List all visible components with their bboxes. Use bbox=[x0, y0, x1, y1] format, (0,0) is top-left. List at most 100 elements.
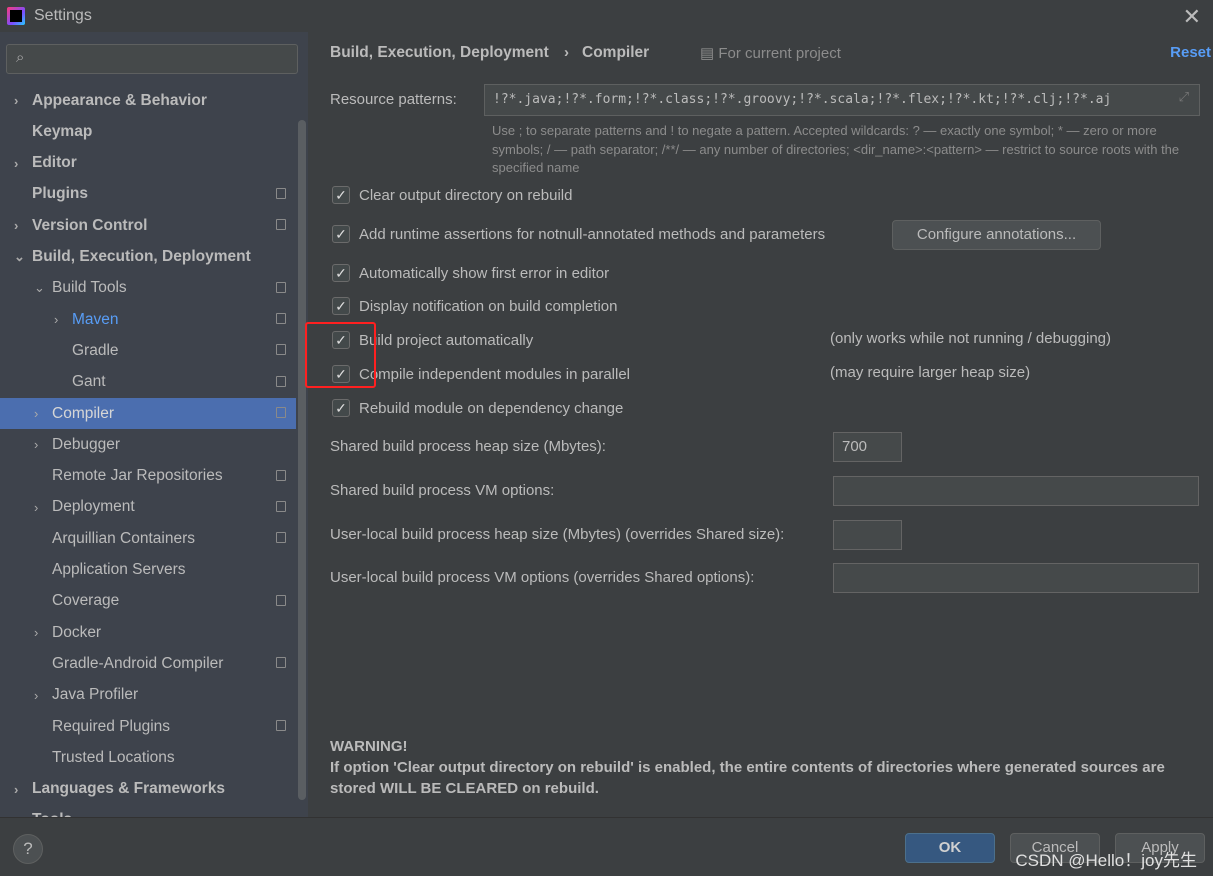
sidebar-item-label: Debugger bbox=[52, 435, 121, 453]
reset-link[interactable]: Reset bbox=[1170, 44, 1211, 61]
checkbox-icon[interactable]: ✓ bbox=[332, 297, 350, 315]
configure-annotations-button[interactable]: Configure annotations... bbox=[892, 220, 1101, 250]
sidebar-item-label: Build, Execution, Deployment bbox=[32, 248, 251, 265]
sidebar-item[interactable]: Gradle bbox=[0, 335, 296, 366]
option-checkbox[interactable]: ✓ Rebuild module on dependency change bbox=[332, 399, 623, 417]
chevron-icon[interactable]: › bbox=[14, 156, 18, 171]
search-icon: ⌕ bbox=[16, 49, 25, 66]
chevron-icon[interactable]: › bbox=[34, 688, 38, 703]
sidebar-item-label: Version Control bbox=[32, 216, 148, 234]
project-icon: ▤ bbox=[700, 45, 719, 62]
option-checkbox[interactable]: ✓ Add runtime assertions for notnull-anno… bbox=[332, 225, 825, 243]
project-scope-icon bbox=[276, 720, 286, 731]
sidebar-item-label: Docker bbox=[52, 623, 102, 641]
help-button[interactable]: ? bbox=[13, 834, 43, 864]
breadcrumb-separator: › bbox=[564, 44, 569, 61]
resource-patterns-input[interactable]: !?*.java;!?*.form;!?*.class;!?*.groovy;!… bbox=[484, 84, 1200, 116]
sidebar-item[interactable]: Keymap bbox=[0, 116, 296, 147]
close-icon[interactable]: ✕ bbox=[1183, 4, 1201, 30]
option-label: Rebuild module on dependency change bbox=[359, 399, 624, 417]
project-scope-icon bbox=[276, 407, 286, 418]
chevron-icon[interactable]: ⌄ bbox=[14, 249, 25, 265]
chevron-icon[interactable]: › bbox=[14, 218, 18, 233]
chevron-icon[interactable]: › bbox=[34, 406, 38, 421]
project-scope-icon bbox=[276, 219, 286, 231]
project-scope-icon bbox=[276, 657, 286, 669]
search-input[interactable]: ⌕ bbox=[6, 44, 298, 74]
sidebar-item-label: Editor bbox=[32, 154, 77, 172]
sidebar-item[interactable]: Gant bbox=[0, 367, 296, 398]
watermark: CSDN @Hello！joy先生 bbox=[1015, 851, 1197, 870]
sidebar-item[interactable]: ›Tools bbox=[0, 805, 296, 817]
sidebar-item-label: Keymap bbox=[32, 122, 93, 140]
option-label: Compile independent modules in parallel bbox=[359, 365, 631, 383]
project-scope-icon bbox=[276, 313, 286, 325]
sidebar-item-label: Gradle bbox=[72, 341, 119, 359]
option-note: (may require larger heap size) bbox=[830, 364, 1031, 381]
project-scope-icon bbox=[276, 281, 286, 293]
sidebar-item[interactable]: › Maven bbox=[0, 304, 296, 335]
sidebar-item[interactable]: › Docker bbox=[0, 617, 296, 648]
sidebar-item[interactable]: › Appearance & Behavior bbox=[0, 85, 296, 116]
sidebar-item[interactable]: › Java Profiler bbox=[0, 680, 296, 711]
ok-button[interactable]: OK bbox=[905, 833, 995, 863]
sidebar-item-label: Compiler bbox=[52, 404, 115, 422]
project-scope-icon bbox=[276, 500, 286, 512]
sidebar-item-label: Application Servers bbox=[52, 561, 186, 578]
sidebar-item-label: Maven bbox=[72, 310, 119, 328]
sidebar-item[interactable]: Required Plugins bbox=[0, 711, 296, 742]
sidebar-item[interactable]: Coverage bbox=[0, 586, 296, 617]
field-input[interactable] bbox=[833, 563, 1199, 593]
checkbox-icon[interactable]: ✓ bbox=[332, 264, 350, 282]
sidebar-item[interactable]: › Version Control bbox=[0, 210, 296, 241]
chevron-icon[interactable]: › bbox=[34, 437, 38, 452]
breadcrumb-current: Compiler bbox=[582, 44, 650, 61]
sidebar-item-label: Languages & Frameworks bbox=[32, 780, 225, 798]
chevron-icon[interactable]: › bbox=[14, 93, 18, 108]
sidebar-item[interactable]: › Compiler bbox=[0, 398, 296, 429]
option-checkbox[interactable]: ✓ Compile independent modules in parallel bbox=[332, 365, 630, 383]
chevron-icon[interactable]: › bbox=[34, 625, 38, 640]
field-input[interactable]: 700 bbox=[833, 432, 902, 462]
sidebar-item[interactable]: › Debugger bbox=[0, 429, 296, 460]
chevron-icon[interactable]: › bbox=[34, 500, 38, 515]
sidebar-item-label: Plugins bbox=[32, 185, 88, 203]
sidebar-item[interactable]: Remote Jar Repositories bbox=[0, 461, 296, 492]
field-input[interactable] bbox=[833, 476, 1199, 506]
sidebar-scrollbar[interactable] bbox=[298, 120, 306, 800]
option-label: Add runtime assertions for notnull-annot… bbox=[359, 225, 826, 243]
sidebar-item[interactable]: › Editor bbox=[0, 148, 296, 179]
sidebar-item[interactable]: ⌄ Build Tools bbox=[0, 273, 296, 304]
breadcrumb-parent[interactable]: Build, Execution, Deployment bbox=[330, 44, 549, 62]
chevron-icon[interactable]: › bbox=[14, 782, 18, 797]
sidebar-item[interactable]: › Languages & Frameworks bbox=[0, 774, 296, 805]
field-label: User-local build process heap size (Mbyt… bbox=[330, 526, 785, 543]
checkbox-icon[interactable]: ✓ bbox=[332, 225, 350, 243]
option-label: Automatically show first error in editor bbox=[359, 264, 610, 282]
sidebar-item[interactable]: Application Servers bbox=[0, 555, 296, 586]
project-scope-icon bbox=[276, 594, 286, 606]
sidebar-item[interactable]: Gradle-Android Compiler bbox=[0, 648, 296, 679]
option-note: (only works while not running / debuggin… bbox=[830, 330, 1111, 347]
highlight-annotation bbox=[305, 322, 376, 388]
sidebar-item[interactable]: ⌄ Build, Execution, Deployment bbox=[0, 242, 296, 273]
sidebar-item[interactable]: Arquillian Containers bbox=[0, 523, 296, 554]
option-checkbox[interactable]: ✓ Automatically show first error in edito… bbox=[332, 264, 609, 282]
intellij-logo-icon bbox=[7, 7, 25, 25]
checkbox-icon[interactable]: ✓ bbox=[332, 399, 350, 417]
option-checkbox[interactable]: ✓ Clear output directory on rebuild bbox=[332, 186, 572, 204]
field-input[interactable] bbox=[833, 520, 902, 550]
option-checkbox[interactable]: ✓ Display notification on build completio… bbox=[332, 297, 617, 315]
sidebar-item-label: Arquillian Containers bbox=[52, 529, 196, 547]
warning-text: WARNING! If option 'Clear output director… bbox=[330, 738, 1165, 797]
chevron-icon[interactable]: › bbox=[54, 312, 58, 327]
window-title: Settings bbox=[34, 7, 92, 24]
project-scope-icon bbox=[276, 532, 286, 544]
sidebar-item[interactable]: Plugins bbox=[0, 179, 296, 210]
chevron-icon[interactable]: ⌄ bbox=[34, 280, 45, 296]
checkbox-icon[interactable]: ✓ bbox=[332, 186, 350, 204]
sidebar-item[interactable]: Trusted Locations bbox=[0, 742, 296, 773]
sidebar-item[interactable]: › Deployment bbox=[0, 492, 296, 523]
expand-icon[interactable]: ⤢ bbox=[1179, 90, 1189, 105]
field-label: User-local build process VM options (ove… bbox=[330, 569, 755, 586]
